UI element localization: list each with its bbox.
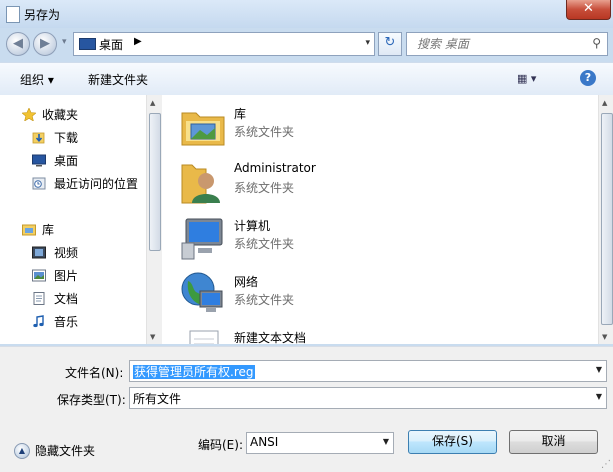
sidebar-item-label: 桌面	[54, 154, 79, 168]
text-document-icon	[189, 330, 219, 344]
address-dropdown-arrow[interactable]: ▾	[365, 38, 370, 48]
encoding-dropdown-arrow[interactable]: ▼	[383, 437, 389, 446]
item-type: 系统文件夹	[234, 237, 295, 251]
search-input[interactable]	[415, 36, 579, 52]
list-item[interactable]: Administrator 系统文件夹	[180, 155, 480, 207]
scrollbar-thumb[interactable]	[601, 113, 613, 325]
scroll-up-arrow-icon[interactable]: ▲	[602, 99, 607, 107]
library-icon	[181, 112, 225, 146]
item-name: 库	[234, 107, 247, 121]
video-icon	[32, 246, 46, 259]
forward-button[interactable]: ▶	[33, 32, 57, 56]
filetype-value: 所有文件	[133, 392, 182, 406]
document-icon	[6, 6, 20, 23]
filetype-select[interactable]: 所有文件 ▼	[129, 387, 607, 409]
scroll-up-arrow-icon[interactable]: ▲	[150, 99, 155, 107]
resize-grip-icon[interactable]: ⋰	[601, 459, 611, 470]
address-location[interactable]: 桌面	[99, 36, 123, 53]
item-type: 系统文件夹	[234, 125, 295, 139]
item-type: 系统文件夹	[234, 181, 295, 195]
command-toolbar: 组织 ▾ 新建文件夹 ▦ ▾ ?	[0, 62, 613, 96]
title-bar: 另存为 ✕	[0, 0, 613, 28]
file-list-scrollbar[interactable]: ▲ ▼	[598, 95, 613, 344]
user-folder-icon	[181, 164, 220, 204]
encoding-select[interactable]: ANSI ▼	[246, 432, 394, 454]
navigation-pane: 收藏夹 下载 桌面 最近访问的位置 库 视频 图片 文档 音乐	[0, 95, 146, 344]
item-name: Administrator	[234, 161, 316, 175]
list-item[interactable]: 库 系统文件夹	[180, 99, 480, 151]
search-icon[interactable]: ⚲	[592, 36, 601, 50]
filetype-label: 保存类型(T):	[57, 393, 126, 407]
encoding-value: ANSI	[250, 435, 279, 449]
save-options-panel: 文件名(N): 获得管理员所有权.reg ▼ 保存类型(T): 所有文件 ▼ ▲…	[0, 346, 613, 472]
view-options-icon[interactable]: ▦ ▾	[517, 72, 536, 85]
window-title: 另存为	[24, 8, 61, 22]
save-button[interactable]: 保存(S)	[408, 430, 497, 454]
recent-pages-dropdown[interactable]: ▾	[62, 37, 67, 47]
filename-input[interactable]: 获得管理员所有权.reg	[133, 363, 255, 380]
list-item[interactable]: 网络 系统文件夹	[180, 267, 480, 319]
sidebar-item-label: 文档	[54, 292, 79, 306]
list-item[interactable]: 计算机 系统文件夹	[180, 211, 480, 263]
download-folder-icon	[32, 132, 45, 144]
cancel-button[interactable]: 取消	[509, 430, 598, 454]
sidebar-item-label: 视频	[54, 246, 79, 260]
scroll-down-arrow-icon[interactable]: ▼	[150, 333, 155, 341]
sidebar-group-label: 收藏夹	[42, 108, 79, 122]
address-separator-chevron[interactable]: ▶	[134, 36, 142, 47]
item-name: 计算机	[234, 219, 271, 233]
navigation-pane-scrollbar[interactable]: ▲ ▼	[146, 95, 162, 344]
filename-combobox[interactable]: 获得管理员所有权.reg ▼	[129, 360, 607, 382]
documents-icon	[33, 292, 45, 305]
collapse-up-icon: ▲	[14, 443, 30, 459]
sidebar-item-label: 音乐	[54, 315, 79, 329]
back-button[interactable]: ◀	[6, 32, 30, 56]
sidebar-group-label: 库	[42, 223, 55, 237]
new-folder-button[interactable]: 新建文件夹	[88, 71, 148, 88]
search-box[interactable]: ⚲	[406, 32, 608, 56]
music-icon	[33, 315, 44, 328]
help-icon[interactable]: ?	[580, 70, 596, 86]
filename-dropdown-arrow[interactable]: ▼	[596, 365, 602, 374]
recent-places-icon	[32, 177, 46, 190]
desktop-icon	[32, 154, 46, 167]
organize-menu[interactable]: 组织 ▾	[20, 71, 54, 88]
item-name: 新建文本文档	[234, 331, 307, 344]
filetype-dropdown-arrow[interactable]: ▼	[596, 392, 602, 401]
library-icon	[22, 224, 36, 236]
pictures-icon	[32, 269, 46, 282]
address-bar[interactable]: 桌面 ▶ ▾	[73, 32, 375, 56]
sidebar-item-label: 最近访问的位置	[54, 177, 139, 191]
scroll-down-arrow-icon[interactable]: ▼	[602, 333, 607, 341]
refresh-button[interactable]: ↻	[378, 32, 402, 56]
network-icon	[181, 272, 223, 312]
item-type: 系统文件夹	[234, 293, 295, 307]
filename-selected-text: 获得管理员所有权.reg	[133, 365, 255, 379]
sidebar-item-label: 下载	[54, 131, 79, 145]
navigation-bar: ◀ ▶ ▾ 桌面 ▶ ▾ ↻ ⚲	[0, 28, 613, 60]
computer-icon	[181, 218, 223, 260]
scrollbar-thumb[interactable]	[149, 113, 161, 251]
file-list-pane: 库 系统文件夹 Administrator 系统文件夹 计算机 系统文件夹 网络	[162, 95, 598, 344]
sidebar-item-label: 图片	[54, 269, 79, 283]
list-item[interactable]: 新建文本文档	[180, 323, 480, 344]
star-icon	[22, 108, 36, 121]
close-button[interactable]: ✕	[566, 0, 611, 20]
hide-folders-label: 隐藏文件夹	[35, 444, 96, 458]
desktop-icon	[79, 38, 96, 50]
item-name: 网络	[234, 275, 259, 289]
filename-label: 文件名(N):	[65, 366, 124, 380]
encoding-label: 编码(E):	[198, 438, 243, 452]
